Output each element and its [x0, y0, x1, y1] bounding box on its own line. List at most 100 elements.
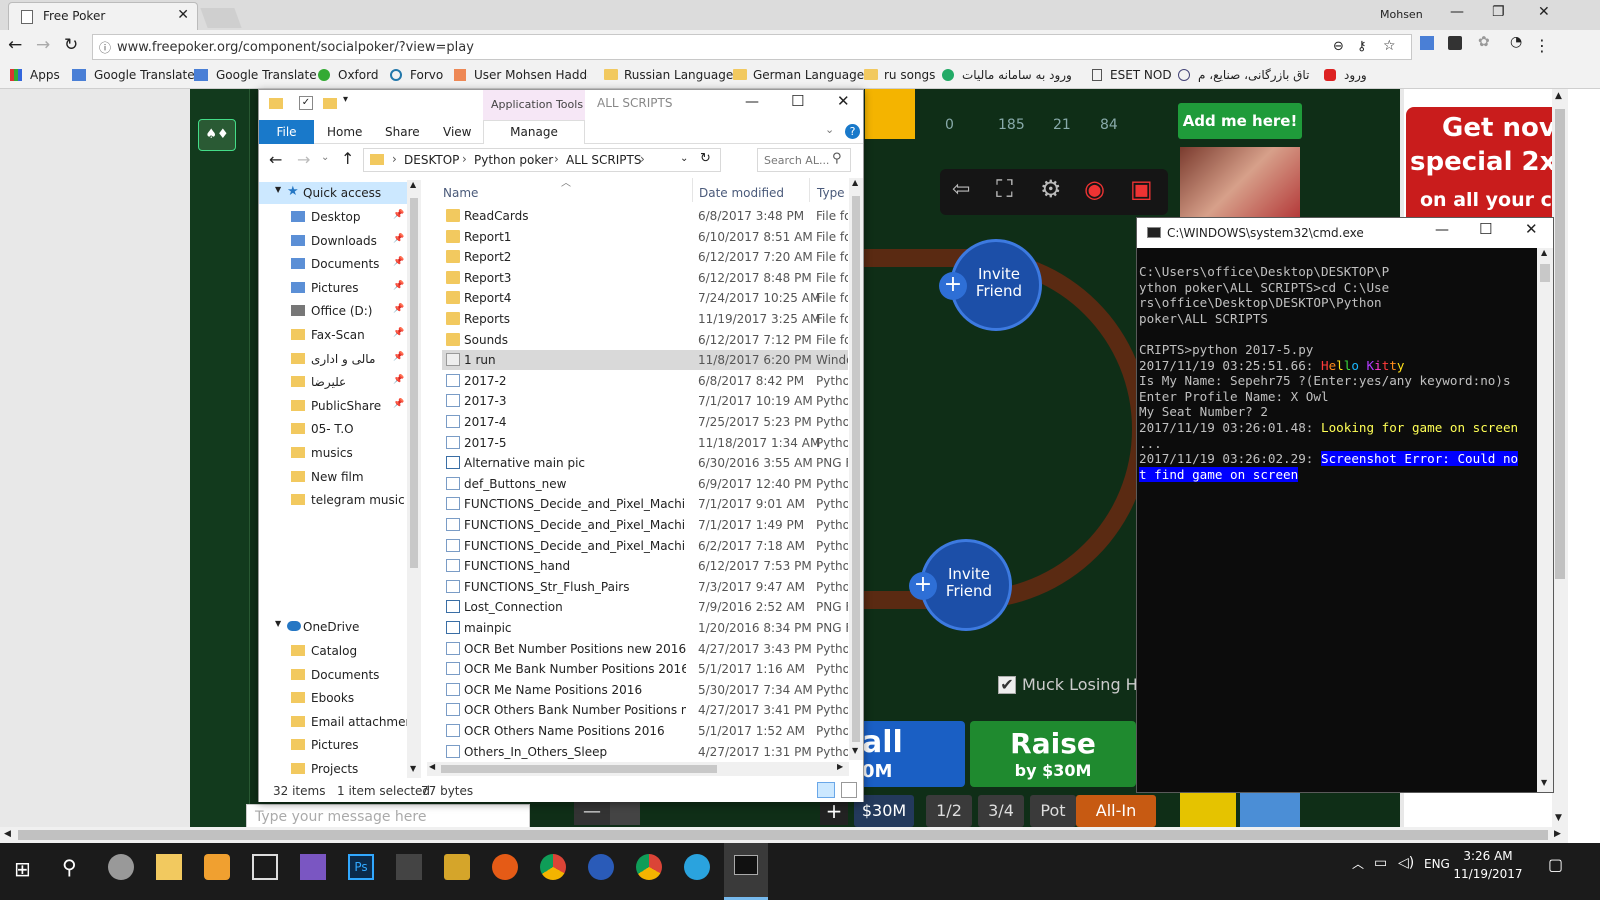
bookmark-3[interactable]: Oxford	[318, 68, 378, 82]
bet-preset-half[interactable]: 1/2	[926, 795, 972, 827]
clock-date[interactable]: 11/19/2017	[1452, 867, 1524, 881]
properties-icon[interactable]: ✓	[299, 96, 313, 110]
start-windows-icon[interactable]: ⊞	[14, 857, 31, 881]
minimize-icon[interactable]: —	[745, 94, 759, 110]
pin-icon[interactable]: 📌	[393, 375, 404, 385]
file-row[interactable]: 2017-5 11/18/2017 1:34 AM Pytho	[442, 433, 848, 453]
ext-gear-icon[interactable]: ✿	[1478, 34, 1490, 50]
details-view-icon[interactable]	[817, 782, 835, 798]
file-row[interactable]: OCR Me Name Positions 2016 5/30/2017 7:34…	[442, 680, 848, 700]
scroll-right-icon[interactable]: ▶	[1554, 829, 1561, 839]
nav-item[interactable]: 05- T.O	[259, 418, 407, 440]
raise-button[interactable]: Raise by $30M	[970, 721, 1136, 787]
scroll-up-icon[interactable]: ▲	[1555, 91, 1562, 101]
reload-icon[interactable]: ↻	[64, 35, 78, 55]
back-icon[interactable]: ←	[269, 150, 282, 169]
breadcrumb[interactable]: › DESKTOP › Python poker › ALL SCRIPTS ›…	[363, 148, 721, 172]
browser-tab[interactable]: Free Poker ✕	[8, 2, 198, 30]
pin-icon[interactable]: 📌	[393, 352, 404, 362]
url-text[interactable]: www.freepoker.org/component/socialpoker/…	[117, 40, 474, 55]
nav-item[interactable]: musics	[259, 442, 407, 464]
cmd-titlebar[interactable]: C:\WINDOWS\system32\cmd.exe — ☐ ✕	[1137, 218, 1553, 248]
nav-item[interactable]: مالی و اداری 📌	[259, 348, 407, 370]
file-row[interactable]: Others_In_Others_Sleep 4/27/2017 1:31 PM P…	[442, 742, 848, 762]
globe-icon[interactable]	[588, 854, 614, 880]
cmd-scroll-thumb[interactable]	[1540, 264, 1550, 282]
console-output[interactable]: C:\Users\office\Desktop\DESKTOP\P ython p…	[1139, 264, 1535, 784]
help-icon[interactable]: ?	[845, 124, 860, 139]
firefox-icon[interactable]	[492, 854, 518, 880]
onedrive-item[interactable]: Email attachments	[259, 711, 407, 733]
add-me-button[interactable]: Add me here!	[1178, 103, 1302, 139]
bookmark-5[interactable]: User Mohsen Haddad	[454, 68, 588, 82]
up-icon[interactable]: ↑	[341, 149, 354, 168]
tab-file[interactable]: File	[259, 120, 314, 144]
file-row[interactable]: Reports 11/19/2017 3:25 AM File fo	[442, 309, 848, 329]
file-explorer-icon[interactable]	[156, 854, 182, 880]
ext-speed-icon[interactable]: ◔	[1510, 34, 1522, 50]
nav-item[interactable]: Downloads 📌	[259, 230, 407, 252]
cards-icon[interactable]: ♠♦	[198, 119, 236, 151]
minimize-icon[interactable]: —	[1450, 4, 1464, 20]
crumb-desktop[interactable]: DESKTOP	[404, 153, 459, 167]
file-row[interactable]: Report1 6/10/2017 8:51 AM File fo	[442, 227, 848, 247]
visual-studio-icon[interactable]	[300, 854, 326, 880]
restore-icon[interactable]: ❐	[1492, 4, 1505, 20]
close-icon[interactable]: ✕	[1525, 220, 1538, 238]
back-icon[interactable]: ←	[8, 35, 22, 55]
files-vscrollbar[interactable]: ▲ ▼	[849, 178, 863, 760]
bookmark-folder-6[interactable]: Russian Language	[604, 68, 733, 82]
file-row[interactable]: FUNCTIONS_Decide_and_Pixel_Maching 6/2/20…	[442, 536, 848, 556]
pin-icon[interactable]: 📌	[393, 304, 404, 314]
scroll-thumb[interactable]	[1555, 109, 1565, 579]
file-row[interactable]: FUNCTIONS_hand 6/12/2017 7:53 PM Pytho	[442, 556, 848, 576]
gift-thumb-1[interactable]	[1180, 789, 1236, 827]
file-row[interactable]: Sounds 6/12/2017 7:12 PM File fo	[442, 330, 848, 350]
invite-friend-seat-2[interactable]: + Invite Friend	[909, 539, 1012, 631]
nav-item[interactable]: New film	[259, 466, 407, 488]
crumb-python-poker[interactable]: Python poker	[474, 153, 553, 167]
close-tab-icon[interactable]: ✕	[177, 7, 189, 23]
nav-item[interactable]: PublicShare 📌	[259, 395, 407, 417]
close-icon[interactable]: ✕	[837, 92, 850, 110]
nav-scroll-thumb[interactable]	[410, 198, 418, 568]
file-row[interactable]: Alternative main pic 6/30/2016 3:55 AM PNG…	[442, 453, 848, 473]
nav-item[interactable]: Fax-Scan 📌	[259, 324, 407, 346]
file-row[interactable]: OCR Others Name Positions 2016 5/1/2017 1…	[442, 721, 848, 741]
file-row[interactable]: 2017-3 7/1/2017 10:19 AM Pytho	[442, 391, 848, 411]
page-vertical-scrollbar[interactable]: ▲ ▼	[1552, 89, 1568, 827]
col-type[interactable]: Type	[817, 186, 845, 200]
bookmark-4[interactable]: Forvo	[390, 68, 443, 82]
explorer-titlebar[interactable]: ✓ ▾ Application Tools ALL SCRIPTS — ☐ ✕	[259, 90, 863, 120]
chip-icon[interactable]: ◉	[1084, 175, 1105, 203]
file-row[interactable]: OCR Bet Number Positions new 2016 4/27/20…	[442, 639, 848, 659]
bookmark-2[interactable]: Google Translate	[194, 68, 317, 82]
file-row[interactable]: FUNCTIONS_Decide_and_Pixel_Maching ... 7/…	[442, 515, 848, 535]
gift-icon[interactable]: ▣	[1130, 175, 1153, 203]
page-horizontal-scrollbar[interactable]: ◀ ▶	[0, 827, 1568, 843]
file-row[interactable]: OCR Others Bank Number Positions new ...…	[442, 700, 848, 720]
nav-item[interactable]: Desktop 📌	[259, 206, 407, 228]
muck-checkbox[interactable]: ✔ Muck Losing Ha	[998, 675, 1148, 694]
ribbon-expand-icon[interactable]: ⌄	[825, 123, 834, 136]
file-row[interactable]: Report4 7/24/2017 10:25 AM File fo	[442, 288, 848, 308]
search-icon[interactable]: ⚲	[62, 855, 77, 879]
exit-icon[interactable]: ⇦	[952, 177, 970, 202]
pin-icon[interactable]: 📌	[393, 399, 404, 409]
onedrive-item[interactable]: Documents	[259, 664, 407, 686]
bookmark-12[interactable]: ورود	[1324, 68, 1367, 82]
settings-icon[interactable]: ⚙	[1040, 175, 1062, 203]
col-name[interactable]: Name	[443, 186, 478, 200]
maximize-icon[interactable]: ☐	[1479, 220, 1492, 238]
files-hscroll-thumb[interactable]	[441, 765, 717, 773]
ext-icon[interactable]	[1448, 36, 1462, 50]
bookmark-9[interactable]: ورود به سامانه مالیات	[942, 68, 1072, 82]
bookmark-folder-7[interactable]: German Language	[733, 68, 864, 82]
tab-share[interactable]: Share	[385, 125, 420, 139]
volume-icon[interactable]: ◁)	[1398, 855, 1414, 871]
translate-ext-icon[interactable]	[1420, 36, 1434, 50]
nav-onedrive[interactable]: ▼ OneDrive	[259, 616, 419, 638]
cmd-task-button[interactable]	[724, 843, 768, 900]
app-icon-7[interactable]	[444, 854, 470, 880]
nav-item[interactable]: telegram music to	[259, 489, 407, 511]
